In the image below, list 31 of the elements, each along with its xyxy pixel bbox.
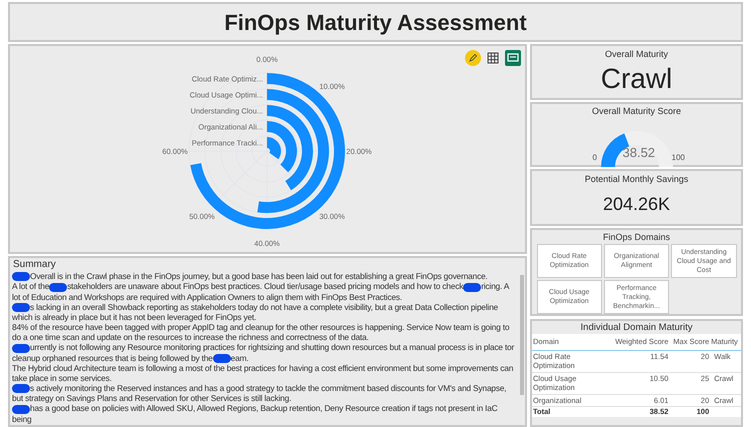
panel-title: FinOps Domains [602,231,670,244]
summary-paragraph: s lacking in an overall Showback reporting as stakeholders today do not have a complete visibility, but a great Data Collection pipeline which is already in place but it has not been leveraged for FinOps yet. [12,302,499,322]
summary-paragraph: Overall is in the Crawl phase in the FinOps journey, but a good base has been laid out for establishing a great FinOps governance. [12,271,517,282]
gauge-value: 38.52 [622,144,656,162]
summary-title: Summary [12,258,57,271]
redaction-mark [463,282,482,292]
panel-title: Individual Domain Maturity [580,321,694,334]
summary-paragraph: s actively monitoring the Reserved instances and has a good strategy to tackle the commitment based discounts for VM's and Synapse, but strategy on Savings Plans and Reservation for other Services is still lacking. [12,382,508,404]
card-title: Overall Maturity [604,48,668,61]
comment-icon[interactable] [505,50,521,66]
summary-paragraph: has a good base on policies with Allowed SKU, Allowed Regions, Backup retention, Deny Resource creation if tags not present in IaC being [12,403,498,424]
card-value: 204.26K [602,192,670,216]
summary-paragraph: The Hybrid cloud Architecture team is following a most of the best practices for having a cost efficient environment but some improvements can take place in some services. [12,362,514,383]
report-title: FinOps Maturity Assessment [224,8,527,37]
redaction-mark [12,384,30,394]
redaction-mark [212,354,231,363]
summary-paragraph: A lot of the stakeholders are unaware about FinOps best practices. Cloud tier/usage based pricing models and how to check ricing. A lot of Education and Workshops are required with Application Owners to align them with FinOps Best Practices. [12,281,510,302]
redaction-mark [12,302,30,312]
summary-paragraph: 84% of the resource have been tagged with proper AppID tag and cleanup for the other resources is happening. Service Now team is going to do a one time scan and update on the resources to increase the richness and correctness of the data. [12,322,510,342]
redaction-mark [49,282,68,292]
gauge-min: 0 [592,152,597,164]
card-title: Potential Monthly Savings [584,173,688,186]
redaction-mark [12,272,30,282]
card-value: Crawl [600,62,672,96]
pencil-icon[interactable] [465,50,481,66]
summary-paragraph: urrently is not following any Resource monitoring practices for rightsizing and shutting down resources but a manual process is in place tor cleanup orphaned resources that is being followed by the eam. [12,342,516,363]
table-grid-icon[interactable] [487,52,499,64]
gauge-max: 100 [672,152,685,164]
card-title: Overall Maturity Score [592,105,682,118]
redaction-mark [12,344,30,352]
redaction-mark [12,404,30,414]
